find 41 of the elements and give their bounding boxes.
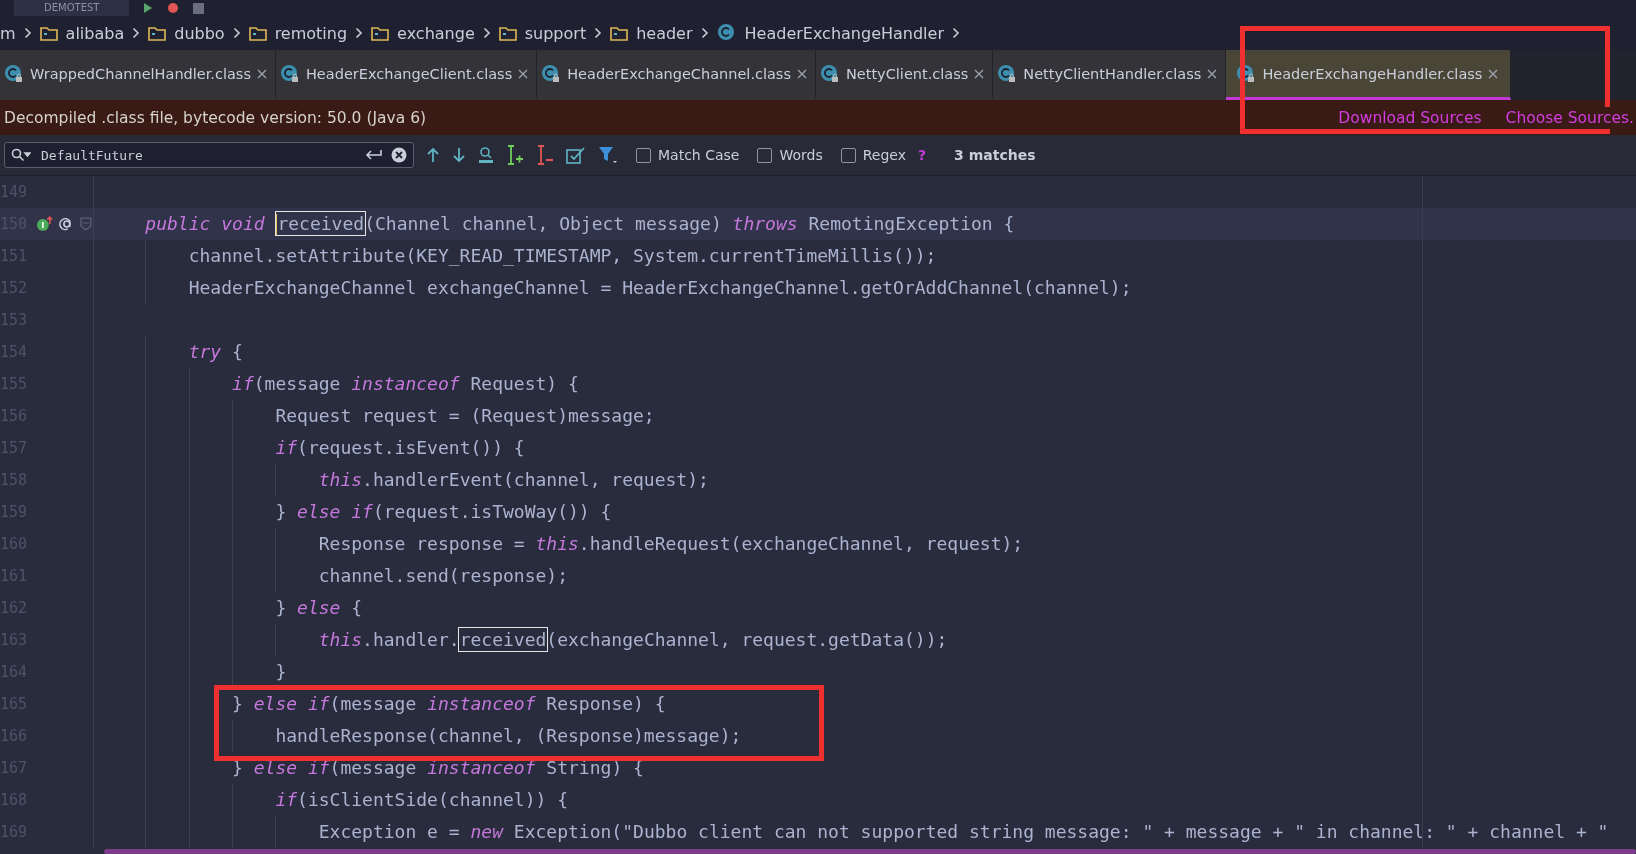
search-field[interactable]: DefaultFuture bbox=[4, 142, 414, 168]
editor-tab[interactable]: HeaderExchangeChannel.class bbox=[537, 50, 816, 100]
editor-tab[interactable]: WrappedChannelHandler.class bbox=[0, 50, 276, 100]
editor-tab[interactable]: HeaderExchangeHandler.class bbox=[1226, 50, 1512, 100]
code-line: } else if(request.isTwoWay()) { bbox=[94, 496, 612, 528]
code-line: this.handlerEvent(channel, request); bbox=[94, 464, 709, 496]
editor-tab[interactable]: HeaderExchangeClient.class bbox=[275, 50, 538, 100]
code-line: channel.setAttribute(KEY_READ_TIMESTAMP, System.currentTimeMillis()); bbox=[94, 240, 937, 272]
code-line: } else { bbox=[94, 592, 363, 624]
decompiled-notice: Decompiled .class file, bytecode version: 50.0 (Java 6) bbox=[4, 108, 428, 127]
code-line: if(request.isEvent()) { bbox=[94, 432, 525, 464]
code-line: if(message instanceof Request) { bbox=[94, 368, 579, 400]
editor-tab[interactable]: NettyClient.class bbox=[816, 50, 994, 100]
checkbox-label[interactable]: Match Case bbox=[658, 147, 740, 163]
search-input[interactable]: DefaultFuture bbox=[39, 146, 357, 164]
code-line: public void received(Channel channel, Object message) throws RemotingException { bbox=[144, 212, 1015, 238]
code-line: } bbox=[94, 656, 287, 688]
breadcrumb[interactable]: exchange bbox=[397, 23, 475, 43]
code-line: if(isClientSide(channel)) { bbox=[94, 784, 568, 816]
code-line: Request request = (Request)message; bbox=[94, 400, 655, 432]
code-line: } else if(message instanceof Response) { bbox=[94, 688, 666, 720]
breadcrumb[interactable]: remoting bbox=[274, 23, 348, 43]
checkbox-label[interactable]: Regex bbox=[862, 147, 906, 163]
editor-tab[interactable]: NettyClientHandler.class bbox=[993, 50, 1227, 100]
breadcrumb[interactable]: HeaderExchangeHandler bbox=[744, 23, 944, 43]
code-line: Response response = this.handleRequest(exchangeChannel, request); bbox=[94, 528, 1024, 560]
banner-link[interactable]: Choose Sources. bbox=[1505, 106, 1634, 129]
code-line: handleResponse(channel, (Response)message); bbox=[94, 720, 742, 752]
code-line: this.handler.received(exchangeChannel, request.getData()); bbox=[94, 624, 948, 656]
code-line: channel.send(response); bbox=[94, 560, 568, 592]
run-config[interactable]: DEMOTEST bbox=[14, 0, 130, 16]
breadcrumb[interactable]: alibaba bbox=[65, 23, 125, 43]
breadcrumb[interactable]: dubbo bbox=[174, 23, 225, 43]
code-line: Exception e = new Exception("Dubbo client can not supported string message: " + message + " in channel: " + channel + " bbox=[94, 816, 1609, 848]
breadcrumb[interactable]: m bbox=[0, 23, 16, 43]
code-line: try { bbox=[94, 336, 243, 368]
code-line: HeaderExchangeChannel exchangeChannel = HeaderExchangeChannel.getOrAddChannel(channel); bbox=[94, 272, 1132, 304]
breadcrumb[interactable]: header bbox=[636, 23, 693, 43]
match-count: 3 matches bbox=[954, 147, 1036, 163]
breadcrumb[interactable]: support bbox=[524, 23, 587, 43]
checkbox-label[interactable]: Words bbox=[779, 147, 823, 163]
